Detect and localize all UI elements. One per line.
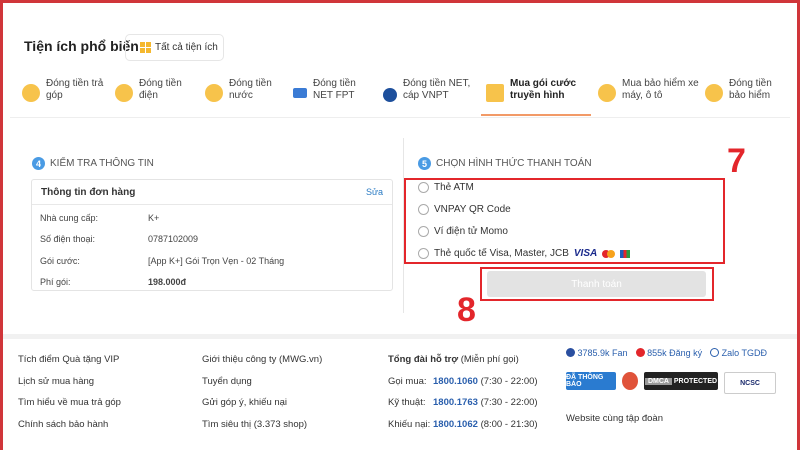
phone-link[interactable]: 1800.1763 <box>433 397 478 408</box>
ncsc-badge[interactable]: NCSC <box>724 372 776 394</box>
active-tab-underline <box>481 114 591 116</box>
facebook-icon <box>566 348 575 357</box>
fpt-logo-icon <box>293 88 307 98</box>
hotline-col: Tổng đài hỗ trợ (Miễn phí gọi) Gọi mua: 1… <box>388 349 538 435</box>
footer-separator <box>0 334 800 339</box>
footer-link[interactable]: Tìm siêu thị (3.373 shop) <box>202 414 322 436</box>
certification-badges: ĐÃ THÔNG BÁO DMCA PROTECTED NCSC <box>566 372 776 394</box>
shield-icon <box>705 84 723 102</box>
tab-fpt[interactable]: Đóng tiền NET FPT <box>293 78 373 118</box>
youtube-icon <box>635 348 645 357</box>
seal-badge[interactable] <box>622 372 638 390</box>
tab-installment[interactable]: Đóng tiền trả góp <box>22 78 112 118</box>
bulb-icon <box>115 84 133 102</box>
footer-link[interactable]: Lịch sử mua hàng <box>18 371 121 393</box>
vnpt-logo-icon <box>383 88 397 102</box>
info-row: Số điện thoại: 0787102009 <box>40 234 199 245</box>
option-momo[interactable]: Ví điện tử Momo <box>418 226 508 237</box>
water-drop-icon <box>205 84 223 102</box>
tab-vehicle-insurance[interactable]: Mua bảo hiểm xe máy, ô tô <box>598 78 708 118</box>
option-vnpay[interactable]: VNPAY QR Code <box>418 204 511 215</box>
card-title: Thông tin đơn hàng <box>41 186 136 198</box>
mastercard-icon <box>602 249 616 258</box>
footer-link[interactable]: Tìm hiểu về mua trả góp <box>18 392 121 414</box>
annotation-7: 7 <box>727 142 746 180</box>
jcb-icon <box>620 249 631 258</box>
tab-vnpt[interactable]: Đóng tiền NET, cáp VNPT <box>383 78 478 118</box>
hotline-row: Gọi mua: 1800.1060 (7:30 - 22:00) <box>388 375 538 387</box>
hotline-row: Kỹ thuật: 1800.1763 (7:30 - 22:00) <box>388 397 538 408</box>
option-intl-card[interactable]: Thẻ quốc tế Visa, Master, JCB VISA <box>418 248 631 259</box>
edit-link[interactable]: Sửa <box>366 187 383 197</box>
grid-icon <box>140 42 151 53</box>
tv-icon <box>486 84 504 102</box>
order-info-card: Thông tin đơn hàng Sửa Nhà cung cấp: K+ Số… <box>31 179 393 291</box>
radio[interactable] <box>418 226 429 237</box>
facebook-link[interactable]: 3785.9k Fan <box>566 348 628 358</box>
phone-link[interactable]: 1800.1062 <box>433 419 478 430</box>
footer-link[interactable]: Gửi góp ý, khiếu nại <box>202 392 322 414</box>
page-title: Tiện ích phổ biến <box>24 38 139 54</box>
tab-insurance[interactable]: Đóng tiền bảo hiểm <box>705 78 780 118</box>
dmca-badge[interactable]: DMCA PROTECTED <box>644 372 718 390</box>
youtube-link[interactable]: 855k Đăng ký <box>635 348 702 358</box>
social-links: 3785.9k Fan 855k Đăng ký Zalo TGDĐ <box>566 348 767 358</box>
motorbike-icon <box>598 84 616 102</box>
option-atm[interactable]: Thẻ ATM <box>418 182 474 193</box>
radio[interactable] <box>418 248 429 259</box>
annotation-8: 8 <box>457 291 476 329</box>
group-websites: Website cùng tập đoàn <box>566 413 664 424</box>
tab-electricity[interactable]: Đóng tiền điện <box>115 78 195 118</box>
all-utilities-button[interactable]: Tất cả tiện ích <box>125 34 224 61</box>
bct-badge[interactable]: ĐÃ THÔNG BÁO <box>566 372 616 390</box>
footer-link[interactable]: Giới thiệu công ty (MWG.vn) <box>202 349 322 371</box>
info-row: Nhà cung cấp: K+ <box>40 212 160 223</box>
radio[interactable] <box>418 182 429 193</box>
footer-link[interactable]: Tích điểm Quà tặng VIP <box>18 349 121 371</box>
footer-link[interactable]: Tuyển dụng <box>202 371 322 393</box>
footer-col-1: Tích điểm Quà tặng VIP Lịch sử mua hàng Tì… <box>18 349 121 435</box>
footer-col-2: Giới thiệu công ty (MWG.vn) Tuyển dụng Gửi… <box>202 349 322 435</box>
phone-link[interactable]: 1800.1060 <box>433 376 478 387</box>
info-row: Gói cước: [App K+] Gói Trọn Vẹn - 02 Thán… <box>40 255 285 266</box>
zalo-icon <box>710 348 720 357</box>
utility-tabs: Đóng tiền trả góp Đóng tiền điện Đóng ti… <box>10 78 790 118</box>
info-row: Phí gói: 198.000đ <box>40 277 187 288</box>
zalo-link[interactable]: Zalo TGDĐ <box>710 348 767 358</box>
check-info-header: 4 KIỂM TRA THÔNG TIN <box>32 157 154 170</box>
visa-icon: VISA <box>573 248 598 259</box>
radio[interactable] <box>418 204 429 215</box>
footer-link[interactable]: Chính sách bảo hành <box>18 414 121 436</box>
payment-header: 5 CHỌN HÌNH THỨC THANH TOÁN <box>418 157 592 170</box>
tab-water[interactable]: Đóng tiền nước <box>205 78 280 118</box>
tab-tv-package[interactable]: Mua gói cước truyền hình <box>486 78 591 118</box>
hotline-row: Khiếu nại: 1800.1062 (8:00 - 21:30) <box>388 418 538 430</box>
pay-button[interactable]: Thanh toán <box>487 271 706 297</box>
piggy-bank-icon <box>22 84 40 102</box>
